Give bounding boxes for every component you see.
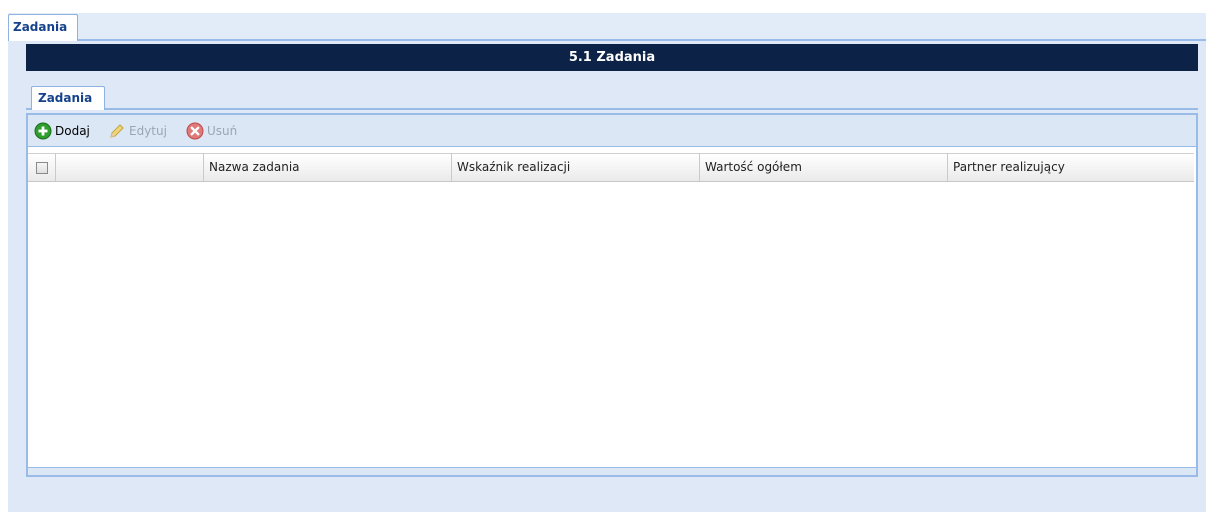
column-header-blank[interactable]	[56, 154, 204, 181]
x-circle-icon	[186, 122, 204, 140]
select-all-cell	[28, 154, 56, 181]
inner-tab-strip: Zadania	[26, 84, 1198, 110]
column-header-partner[interactable]: Partner realizujący	[948, 154, 1194, 181]
delete-button-label: Usuń	[207, 124, 238, 138]
grid-footer	[28, 467, 1196, 475]
app-window: Zadania 5.1 Zadania Zadania Dodaj Edytuj…	[8, 13, 1206, 512]
section-title: 5.1 Zadania	[26, 44, 1198, 71]
add-button-label: Dodaj	[55, 124, 90, 138]
column-header-indicator[interactable]: Wskaźnik realizacji	[452, 154, 700, 181]
pencil-icon	[108, 122, 126, 140]
grid-toolbar: Dodaj Edytuj Usuń	[28, 115, 1196, 147]
plus-circle-icon	[34, 122, 52, 140]
column-header-total-value[interactable]: Wartość ogółem	[700, 154, 948, 181]
add-button[interactable]: Dodaj	[34, 121, 90, 141]
edit-button[interactable]: Edytuj	[108, 121, 167, 141]
delete-button[interactable]: Usuń	[186, 121, 237, 141]
top-tab-strip: Zadania	[8, 13, 1206, 41]
grid-header-row: Nazwa zadania Wskaźnik realizacji Wartoś…	[28, 153, 1194, 182]
tasks-grid-panel: Dodaj Edytuj Usuń Nazwa zadania Wskaźnik…	[26, 113, 1198, 477]
edit-button-label: Edytuj	[129, 124, 167, 138]
grid-body	[28, 182, 1196, 468]
column-header-task-name[interactable]: Nazwa zadania	[204, 154, 452, 181]
tab-zadania-top[interactable]: Zadania	[8, 14, 79, 41]
select-all-checkbox[interactable]	[35, 161, 48, 174]
tab-zadania-inner[interactable]: Zadania	[31, 86, 106, 110]
